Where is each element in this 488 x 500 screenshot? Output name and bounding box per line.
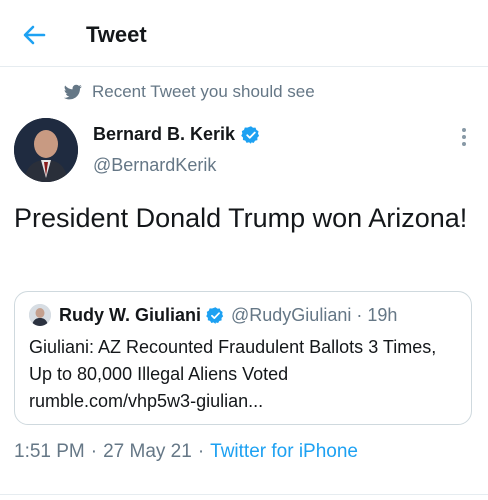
quoted-tweet-age: 19h: [367, 304, 398, 325]
author-name-row[interactable]: Bernard B. Kerik: [93, 124, 261, 145]
more-options-button[interactable]: [454, 124, 474, 150]
tweet-date[interactable]: 27 May 21: [103, 441, 192, 462]
twitter-bird-icon: [64, 84, 82, 100]
separator-dot: ·: [197, 441, 205, 462]
separator-dot: ·: [356, 304, 363, 325]
tweet-source-link[interactable]: Twitter for iPhone: [210, 441, 358, 462]
more-vertical-icon: [462, 128, 466, 132]
quoted-author-avatar: [29, 304, 51, 326]
divider: [0, 494, 488, 495]
tweet-text: President Donald Trump won Arizona!: [14, 203, 468, 233]
top-bar: Tweet: [0, 0, 488, 67]
back-button[interactable]: [18, 20, 50, 50]
verified-badge-icon: [206, 306, 224, 324]
author-avatar[interactable]: [14, 118, 78, 182]
tweet-meta: 1:51 PM · 27 May 21 · Twitter for iPhone: [14, 441, 358, 463]
back-arrow-icon: [23, 25, 46, 45]
page-title: Tweet: [86, 22, 147, 47]
tweet-time[interactable]: 1:51 PM: [14, 441, 85, 462]
author-handle[interactable]: @BernardKerik: [93, 155, 216, 176]
author-name: Bernard B. Kerik: [93, 124, 236, 144]
avatar-photo: [14, 118, 78, 182]
quoted-tweet-header: Rudy W. Giuliani @RudyGiuliani · 19h: [29, 304, 397, 326]
quoted-tweet-text: Giuliani: AZ Recounted Fraudulent Ballot…: [29, 337, 437, 411]
verified-badge-icon: [241, 125, 260, 144]
quoted-tweet[interactable]: Rudy W. Giuliani @RudyGiuliani · 19h Giu…: [14, 291, 472, 425]
separator-dot: ·: [90, 441, 98, 462]
quoted-author-handle: @RudyGiuliani: [231, 304, 352, 325]
quoted-author-name: Rudy W. Giuliani: [59, 304, 202, 325]
social-context: Recent Tweet you should see: [64, 82, 315, 102]
social-context-label: Recent Tweet you should see: [92, 82, 315, 101]
